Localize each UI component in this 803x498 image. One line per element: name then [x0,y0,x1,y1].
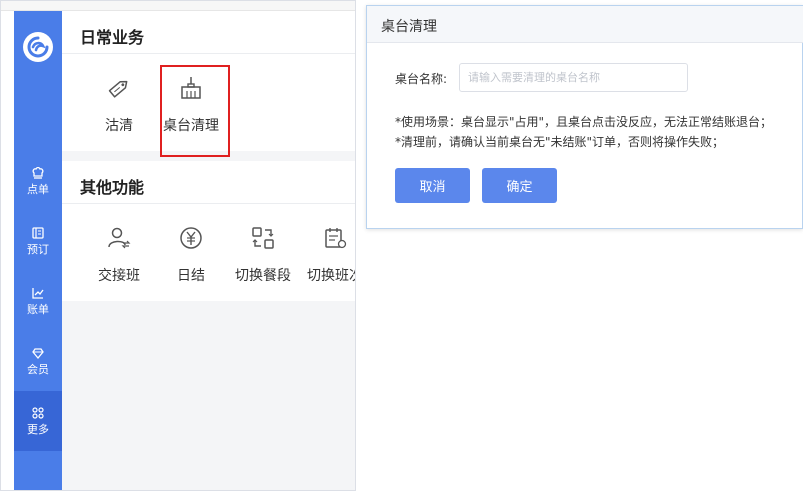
calendar-switch-icon [322,225,348,251]
window-top-strip [1,1,355,11]
confirm-button[interactable]: 确定 [482,168,557,203]
tile-label: 切换班次 [307,268,355,284]
table-name-label: 桌台名称: [395,72,448,86]
table-clean-dialog: 桌台清理 桌台名称: *使用场景：桌台显示"占用"，且桌台点击没反应，无法正常结… [366,5,803,229]
switch-icon [250,225,276,251]
tile-label: 交接班 [98,268,140,284]
book-icon [31,226,45,240]
other-section: 其他功能 交接班 日结 切换餐段 切换班 [62,161,355,301]
tile-label: 日结 [177,268,205,284]
tile-daily-close[interactable]: 日结 [155,217,227,297]
sidebar-gutter [1,11,14,490]
main-content: 日常业务 沽清 桌台清理 其他功能 交接班 日结 切换餐段 切换班 [62,11,355,490]
highlight-box [160,65,230,157]
sidebar: 点单 预订 账单 会员 更多 [14,11,62,490]
daily-section: 日常业务 沽清 桌台清理 [62,11,355,157]
sidebar-item-bill[interactable]: 账单 [14,271,62,331]
sidebar-item-label: 更多 [27,423,49,436]
sidebar-item-label: 账单 [27,303,49,316]
gem-icon [31,346,45,360]
warning-note: *清理前，请确认当前桌台无"未结账"订单，否则将操作失败； [395,135,725,149]
sidebar-item-reserve[interactable]: 预订 [14,211,62,271]
sidebar-item-more[interactable]: 更多 [14,391,62,451]
cancel-button[interactable]: 取消 [395,168,470,203]
tile-label: 沽清 [105,118,133,134]
section-title: 其他功能 [80,178,145,197]
price-tag-icon [106,75,132,101]
tile-label: 切换餐段 [235,268,291,284]
brand-logo-icon[interactable] [23,32,53,62]
sidebar-item-label: 点单 [27,183,49,196]
tile-switch-meal[interactable]: 切换餐段 [227,217,299,297]
yen-circle-icon [178,225,204,251]
divider [62,203,355,204]
sidebar-item-label: 预订 [27,243,49,256]
tile-switch-shift[interactable]: 切换班次 [299,217,355,297]
app-window: 点单 预订 账单 会员 更多 日常业务 沽清 桌台清理 其他功能 交接班 日结 … [0,0,356,491]
chart-icon [31,286,45,300]
table-name-input[interactable] [459,63,688,92]
section-title: 日常业务 [80,28,145,47]
tile-shift-handover[interactable]: 交接班 [83,217,155,297]
chef-hat-icon [31,166,45,180]
user-swap-icon [106,225,132,251]
tile-sellout[interactable]: 沽清 [83,67,155,147]
sidebar-item-order[interactable]: 点单 [14,151,62,211]
screen: 点单 预订 账单 会员 更多 日常业务 沽清 桌台清理 其他功能 交接班 日结 … [0,0,803,498]
sidebar-item-member[interactable]: 会员 [14,331,62,391]
grid-icon [31,406,45,420]
dialog-title: 桌台清理 [381,19,437,35]
divider [62,53,355,54]
sidebar-item-label: 会员 [27,363,49,376]
dialog-header: 桌台清理 [367,6,803,43]
usage-note: *使用场景：桌台显示"占用"，且桌台点击没反应，无法正常结账退台； [395,115,773,129]
